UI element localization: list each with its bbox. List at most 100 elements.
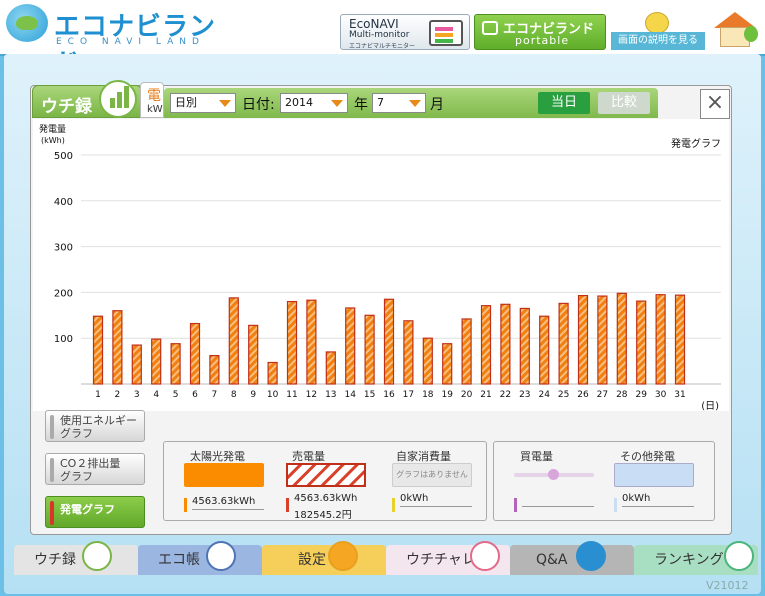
energy-button-line1: 使用エネルギー [60, 414, 137, 427]
notebook-icon [206, 541, 236, 571]
x-tick-label: 20 [461, 390, 473, 400]
nav-settings[interactable]: 設定 [262, 541, 386, 575]
x-tick-label: 24 [538, 390, 550, 400]
co2-button-line1: CO２排出量 [60, 457, 121, 470]
legend-other-swatch [614, 463, 694, 487]
compare-button[interactable]: 比較 [598, 92, 650, 114]
year-select[interactable]: 2014 [280, 93, 348, 113]
econavi-label: EcoNAVI [349, 17, 399, 31]
legend-generation-panel: 太陽光発電 4563.63kWh 売電量 4563.63kWh 182545.2… [163, 441, 487, 521]
x-tick-label: 17 [403, 390, 414, 400]
legend-self-marker [392, 498, 395, 512]
bar-day-6 [189, 322, 201, 385]
x-tick-label: 8 [231, 390, 237, 400]
bar-day-5 [170, 343, 181, 385]
dropdown-arrow-icon [219, 100, 231, 107]
wrench-icon [328, 541, 358, 571]
nav-ecocho[interactable]: エコ帳 [138, 541, 262, 575]
tab-uchiroku[interactable]: ウチ録 [32, 80, 142, 118]
tab-electricity[interactable]: 電 kW [140, 82, 164, 118]
month-label: 月 [430, 97, 444, 113]
econavi-sublabel: Multi-monitor [349, 30, 410, 40]
nav-uchichare-label: ウチチャレ [406, 552, 476, 568]
today-button[interactable]: 当日 [538, 92, 590, 114]
bar-day-9 [248, 324, 259, 385]
x-tick-label: 26 [577, 390, 589, 400]
x-tick-label: 13 [325, 390, 336, 400]
nav-ranking[interactable]: ランキング [634, 541, 758, 575]
x-tick-label: 19 [441, 390, 453, 400]
screen-help-button[interactable]: 画面の説明を見る [611, 12, 705, 50]
nav-uchiroku[interactable]: ウチ録 [14, 541, 138, 575]
legend-bought-marker [514, 498, 517, 512]
x-tick-label: 30 [655, 390, 667, 400]
bar-day-28 [616, 292, 627, 385]
period-select[interactable]: 日別 [170, 93, 236, 113]
x-tick-label: 7 [212, 390, 218, 400]
legend-bought-title: 買電量 [520, 450, 553, 463]
nav-uchichare[interactable]: ウチチャレ [386, 541, 510, 575]
tab-electricity-label: 電 [147, 88, 161, 104]
y-tick-label: 400 [54, 197, 73, 208]
econavi-multimonitor-button[interactable]: EcoNAVI Multi-monitor エコナビマルチモニター [340, 14, 470, 50]
legend-solar-marker [184, 498, 187, 512]
legend-other-panel: 買電量 その他発電 0kWh [493, 441, 715, 521]
y-tick-label: 200 [54, 288, 73, 299]
portable-button[interactable]: エコナビランド portable [474, 14, 606, 50]
x-tick-label: 22 [500, 390, 511, 400]
legend-other-title: その他発電 [620, 450, 675, 463]
legend-self-title: 自家消費量 [396, 450, 451, 463]
legend-other-marker [614, 498, 617, 512]
energy-usage-graph-button[interactable]: 使用エネルギー グラフ [45, 410, 145, 442]
bar-day-25 [558, 302, 569, 385]
period-value: 日別 [175, 96, 197, 109]
bar-day-31 [674, 294, 686, 385]
econavi-jp-label: エコナビマルチモニター [349, 43, 416, 50]
home-icon[interactable] [712, 12, 758, 48]
month-select[interactable]: 7 [372, 93, 426, 113]
bar-day-12 [306, 299, 317, 385]
close-button[interactable]: × [700, 89, 730, 119]
portable-sublabel: portable [515, 34, 570, 47]
x-axis-label: (日) [701, 401, 719, 411]
bar-day-24 [539, 315, 550, 385]
bar-day-22 [500, 303, 511, 385]
nav-ranking-label: ランキング [654, 552, 724, 568]
chart-title: 発電グラフ [671, 137, 721, 150]
date-label: 日付: [242, 97, 275, 113]
graph-toolbar: 日別 日付: 2014 年 7 月 当日 比較 [164, 88, 658, 118]
x-tick-label: 2 [115, 390, 121, 400]
legend-bought-underline [522, 506, 594, 507]
bar-day-19 [442, 343, 453, 385]
legend-sold-marker [286, 498, 289, 512]
co2-button-line2: グラフ [60, 470, 93, 483]
year-label: 年 [354, 97, 368, 113]
legend-sold-swatch [286, 463, 366, 487]
bar-day-30 [655, 294, 666, 385]
bar-day-26 [577, 295, 589, 385]
x-tick-label: 28 [616, 390, 628, 400]
crown-icon [724, 541, 754, 571]
generation-chart: 100 200 300 400 500 1 2 3 4 5 6 7 8 9 10 11 12 13 14 15 16 1… [33, 119, 729, 411]
nav-qa[interactable]: Q&A [510, 541, 634, 575]
logo-subtitle: ECO NAVI LAND [56, 37, 205, 47]
flag-icon [470, 541, 500, 571]
energy-button-line2: グラフ [60, 427, 93, 440]
bottom-nav: ウチ録 エコ帳 設定 ウチチャレ Q&A ランキング [14, 541, 758, 575]
bar-day-21 [480, 305, 492, 385]
generation-graph-button[interactable]: 発電グラフ [45, 496, 145, 528]
y-axis-unit: (kWh) [41, 136, 65, 145]
y-tick-label: 500 [54, 151, 73, 162]
mascot-icon [645, 12, 669, 34]
app-logo: エコナビランド ECO NAVI LAND [6, 4, 236, 79]
bar-day-3 [131, 344, 142, 385]
x-tick-label: 9 [250, 390, 256, 400]
legend-solar-title: 太陽光発電 [190, 450, 245, 463]
x-tick-label: 12 [306, 390, 317, 400]
bar-day-1 [92, 315, 104, 385]
x-tick-label: 5 [173, 390, 179, 400]
header: エコナビランド ECO NAVI LAND EcoNAVI Multi-moni… [0, 0, 765, 79]
co2-graph-button[interactable]: CO２排出量 グラフ [45, 453, 145, 485]
nav-settings-label: 設定 [298, 552, 326, 568]
legend-sold-title: 売電量 [292, 450, 325, 463]
